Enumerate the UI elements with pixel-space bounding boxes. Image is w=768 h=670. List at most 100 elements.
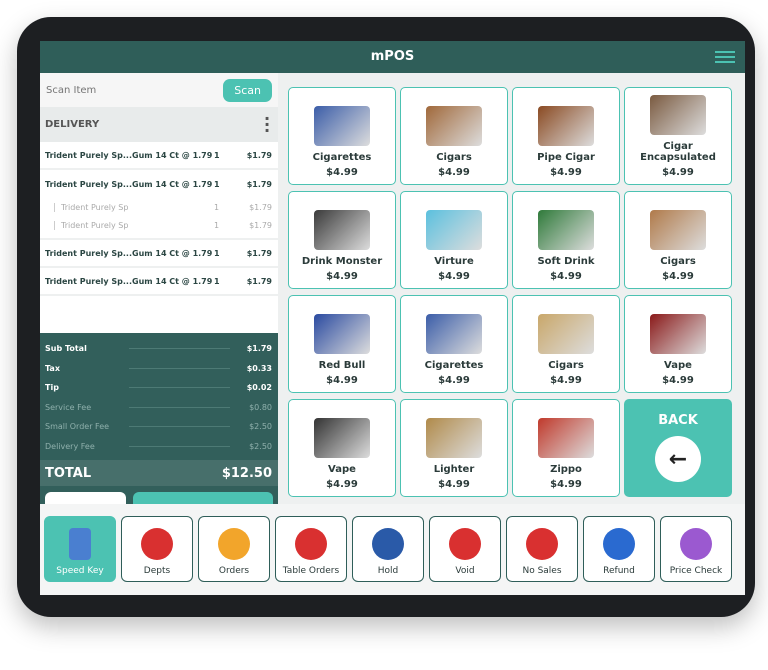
totals-label: Delivery Fee bbox=[45, 441, 95, 451]
product-tile[interactable]: Soft Drink $4.99 bbox=[512, 191, 620, 289]
product-name: Lighter bbox=[433, 464, 475, 475]
product-tile[interactable]: Zippo $4.99 bbox=[512, 399, 620, 497]
product-name: Zippo bbox=[550, 464, 582, 475]
action-depts[interactable]: Depts bbox=[121, 516, 193, 582]
totals-row: Small Order Fee $2.50 bbox=[40, 417, 278, 437]
product-price: $4.99 bbox=[662, 271, 694, 282]
product-image bbox=[538, 106, 594, 146]
totals-row: Sub Total $1.79 bbox=[40, 339, 278, 359]
product-image bbox=[650, 314, 706, 354]
product-name: Vape bbox=[328, 464, 356, 475]
product-price: $4.99 bbox=[326, 167, 358, 178]
product-tile[interactable]: Red Bull $4.99 bbox=[288, 295, 396, 393]
back-label: BACK bbox=[658, 413, 698, 428]
product-tile[interactable]: Cigars $4.99 bbox=[400, 87, 508, 185]
back-button[interactable]: BACK ← bbox=[624, 399, 732, 497]
product-tile[interactable]: Vape $4.99 bbox=[288, 399, 396, 497]
totals-value: $0.02 bbox=[246, 383, 272, 393]
product-tile[interactable]: Cigarettes $4.99 bbox=[400, 295, 508, 393]
action-void[interactable]: Void bbox=[429, 516, 501, 582]
product-price: $4.99 bbox=[550, 479, 582, 490]
app-header: mPOS bbox=[40, 41, 745, 73]
action-label: Speed Key bbox=[56, 566, 104, 576]
item-price: $1.79 bbox=[246, 276, 272, 286]
product-tile[interactable]: Cigars $4.99 bbox=[624, 191, 732, 289]
product-price: $4.99 bbox=[326, 271, 358, 282]
order-type: DELIVERY bbox=[45, 119, 100, 130]
item-price: $1.79 bbox=[246, 248, 272, 258]
pos-screen: mPOS Scan DELIVERY ··· Trident Purely Sp… bbox=[40, 41, 745, 595]
totals-row: Tax $0.33 bbox=[40, 359, 278, 379]
product-price: $4.99 bbox=[550, 167, 582, 178]
product-tile[interactable]: Cigarettes $4.99 bbox=[288, 87, 396, 185]
order-item[interactable]: Trident Purely Sp...Gum 14 Ct @ 1.79 1 $1.… bbox=[40, 240, 278, 268]
product-image bbox=[426, 314, 482, 354]
order-panel: Scan DELIVERY ··· Trident Purely Sp...Gu… bbox=[40, 73, 278, 529]
product-price: $4.99 bbox=[550, 375, 582, 386]
product-tile[interactable]: Lighter $4.99 bbox=[400, 399, 508, 497]
more-options-icon[interactable]: · · · bbox=[264, 110, 270, 138]
product-tile[interactable]: Cigar Encapsulated $4.99 bbox=[624, 87, 732, 185]
product-name: Cigarettes bbox=[424, 360, 484, 371]
product-name: Cigars bbox=[436, 152, 472, 163]
action-refund[interactable]: Refund bbox=[583, 516, 655, 582]
order-item[interactable]: Trident Purely Sp...Gum 14 Ct @ 1.79 1 $1.… bbox=[40, 170, 278, 198]
scan-item-input[interactable] bbox=[46, 84, 224, 96]
product-price: $4.99 bbox=[326, 375, 358, 386]
totals-value: $0.33 bbox=[246, 363, 272, 373]
item-name: Trident Purely Sp...Gum 14 Ct @ 1.79 bbox=[45, 150, 213, 160]
product-tile[interactable]: Vape $4.99 bbox=[624, 295, 732, 393]
item-name: Trident Purely Sp...Gum 14 Ct @ 1.79 bbox=[45, 276, 213, 286]
product-name: Cigarettes bbox=[312, 152, 372, 163]
product-tile[interactable]: Drink Monster $4.99 bbox=[288, 191, 396, 289]
refund-icon bbox=[603, 528, 635, 560]
product-name: Cigars bbox=[660, 256, 696, 267]
product-name: Drink Monster bbox=[301, 256, 383, 267]
modifier-qty: 1 bbox=[214, 220, 220, 230]
order-type-header: DELIVERY · · · bbox=[40, 107, 278, 142]
action-orders[interactable]: Orders bbox=[198, 516, 270, 582]
product-tile[interactable]: Cigars $4.99 bbox=[512, 295, 620, 393]
product-grid: Cigarettes $4.99 Cigars $4.99 Pipe Cigar $4.9… bbox=[288, 87, 733, 497]
total-label: TOTAL bbox=[45, 465, 92, 481]
scan-button[interactable]: Scan bbox=[223, 78, 272, 102]
item-qty: 1 bbox=[214, 179, 220, 189]
item-qty: 1 bbox=[214, 150, 220, 160]
product-tile[interactable]: Virture $4.99 bbox=[400, 191, 508, 289]
tablet-frame: mPOS Scan DELIVERY ··· Trident Purely Sp… bbox=[17, 17, 755, 617]
item-qty: 1 bbox=[214, 276, 220, 286]
product-name: Pipe Cigar bbox=[537, 152, 595, 163]
arrow-left-icon: ← bbox=[655, 436, 701, 482]
leader-line bbox=[129, 387, 230, 389]
modifier-item[interactable]: Trident Purely Sp 1 $1.79 bbox=[40, 216, 278, 234]
action-label: Depts bbox=[143, 566, 171, 576]
cart-icon bbox=[218, 528, 250, 560]
product-image bbox=[538, 418, 594, 458]
action-speed-key[interactable]: Speed Key bbox=[44, 516, 116, 582]
modifier-price: $1.79 bbox=[249, 220, 272, 230]
action-label: Refund bbox=[603, 566, 635, 576]
product-price: $4.99 bbox=[662, 167, 694, 178]
item-modifiers: Trident Purely Sp 1 $1.79 Trident Purely Sp… bbox=[40, 198, 278, 240]
action-label: Hold bbox=[377, 566, 399, 576]
action-label: Void bbox=[455, 566, 475, 576]
order-item[interactable]: Trident Purely Sp...Gum 14 Ct @ 1.79 1 $1.… bbox=[40, 268, 278, 296]
product-image bbox=[426, 210, 482, 250]
modifier-item[interactable]: Trident Purely Sp 1 $1.79 bbox=[40, 198, 278, 216]
product-tile[interactable]: Pipe Cigar $4.99 bbox=[512, 87, 620, 185]
totals-label: Small Order Fee bbox=[45, 422, 110, 432]
modifier-price: $1.79 bbox=[249, 202, 272, 212]
product-image bbox=[314, 418, 370, 458]
order-item[interactable]: Trident Purely Sp...Gum 14 Ct @ 1.79 1 $1.… bbox=[40, 142, 278, 170]
hamburger-menu-icon[interactable] bbox=[715, 48, 735, 66]
action-price-check[interactable]: Price Check bbox=[660, 516, 732, 582]
leader-line bbox=[129, 348, 230, 350]
product-price: $4.99 bbox=[438, 167, 470, 178]
totals-row: Service Fee $0.80 bbox=[40, 398, 278, 418]
action-no-sales[interactable]: No Sales bbox=[506, 516, 578, 582]
product-price: $4.99 bbox=[438, 271, 470, 282]
modifier-name: Trident Purely Sp bbox=[54, 202, 214, 212]
product-image bbox=[426, 106, 482, 146]
action-table-orders[interactable]: Table Orders bbox=[275, 516, 347, 582]
action-hold[interactable]: Hold bbox=[352, 516, 424, 582]
